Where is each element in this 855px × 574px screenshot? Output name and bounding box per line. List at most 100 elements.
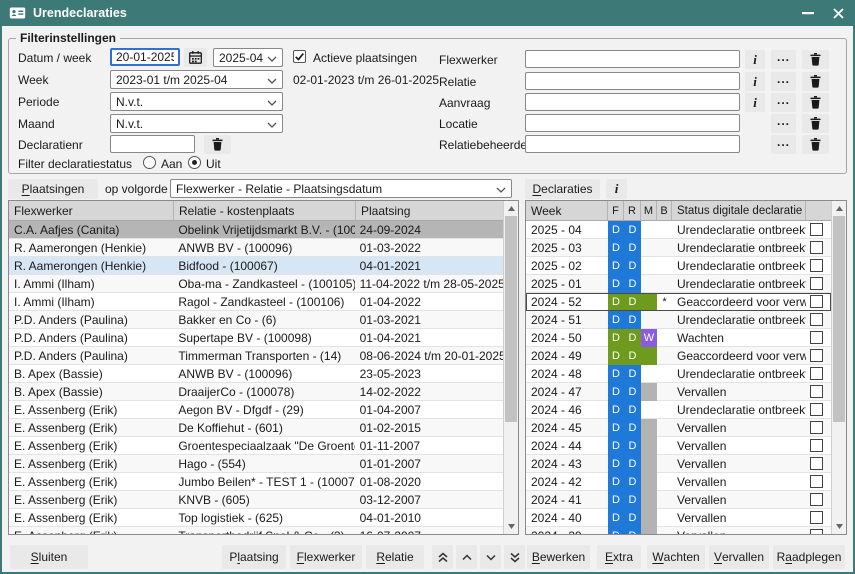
plaatsing-row[interactable]: R. Aamerongen (Henkie) Bidfood - (100067… — [9, 257, 503, 275]
close-button[interactable] — [831, 6, 845, 20]
declaratie-checkbox[interactable] — [810, 421, 823, 434]
declaratie-row[interactable]: 2024 - 51 D D Urendeclaratie ontbreekt — [526, 311, 831, 329]
bewerken-button[interactable]: Bewerken — [527, 545, 590, 569]
declaratie-checkbox[interactable] — [810, 313, 823, 326]
scroll-up-icon[interactable] — [832, 201, 846, 216]
column-header-r[interactable]: R — [624, 201, 641, 221]
declaratie-checkbox[interactable] — [810, 385, 823, 398]
declaratie-row[interactable]: 2025 - 02 D D Urendeclaratie ontbreekt — [526, 257, 831, 275]
radio-aan[interactable] — [143, 156, 156, 169]
declaratie-row[interactable]: 2024 - 48 D D Urendeclaratie ontbreekt — [526, 365, 831, 383]
declaratie-checkbox[interactable] — [810, 511, 823, 524]
declaratie-row[interactable]: 2024 - 39 D D Vervallen — [526, 527, 831, 534]
declaratie-row[interactable]: 2024 - 45 D D Vervallen — [526, 419, 831, 437]
scroll-up-icon[interactable] — [504, 201, 518, 216]
declaratie-checkbox[interactable] — [810, 475, 823, 488]
declaraties-scrollbar[interactable] — [831, 201, 846, 534]
declaratie-checkbox[interactable] — [810, 367, 823, 380]
declaratie-checkbox[interactable] — [810, 223, 823, 236]
clear-button[interactable] — [802, 72, 829, 91]
scroll-down-icon[interactable] — [504, 519, 518, 534]
plaatsing-row[interactable]: C.A. Aafjes (Canita) Obelink Vrijetijdsm… — [9, 221, 503, 239]
column-header-plaatsing[interactable]: Plaatsing — [356, 201, 505, 221]
plaatsing-row[interactable]: E. Assenberg (Erik) De Koffiehut - (601)… — [9, 419, 503, 437]
plaatsing-row[interactable]: E. Assenberg (Erik) Transportbedrijf Sne… — [9, 527, 503, 534]
plaatsingen-scrollbar[interactable] — [503, 201, 518, 534]
minimize-button[interactable] — [801, 6, 815, 20]
column-header-relatie[interactable]: Relatie - kostenplaats — [174, 201, 356, 221]
declaratie-checkbox[interactable] — [810, 331, 823, 344]
declaratie-row[interactable]: 2024 - 50 D D W Wachten — [526, 329, 831, 347]
declaratie-checkbox[interactable] — [810, 403, 823, 416]
raadplegen-button[interactable]: Raadplegen — [773, 545, 845, 569]
declaratie-row[interactable]: 2025 - 04 D D Urendeclaratie ontbreekt — [526, 221, 831, 239]
declaraties-button[interactable]: Declaraties — [525, 179, 600, 199]
declaratie-checkbox[interactable] — [810, 457, 823, 470]
declaratie-row[interactable]: 2024 - 44 D D Vervallen — [526, 437, 831, 455]
declaratie-checkbox[interactable] — [810, 349, 823, 362]
lookup-button[interactable]: ... — [771, 114, 796, 133]
plaatsing-row[interactable]: E. Assenberg (Erik) Groentespeciaalzaak … — [9, 437, 503, 455]
declaratie-row[interactable]: 2024 - 49 D D Geaccordeerd voor verw... — [526, 347, 831, 365]
scrollbar-thumb[interactable] — [505, 216, 517, 422]
column-header-f[interactable]: F — [608, 201, 624, 221]
plaatsing-row[interactable]: R. Aamerongen (Henkie) ANWB BV - (100096… — [9, 239, 503, 257]
lookup-button[interactable]: ... — [771, 50, 796, 69]
declaratie-row[interactable]: 2024 - 47 D D Vervallen — [526, 383, 831, 401]
first-button[interactable] — [432, 545, 453, 569]
vervallen-button[interactable]: Vervallen — [709, 545, 769, 569]
plaatsing-row[interactable]: I. Ammi (Ilham) Ragol - Zandkasteel - (1… — [9, 293, 503, 311]
declaratie-checkbox[interactable] — [810, 439, 823, 452]
declaratie-row[interactable]: 2024 - 52 D D * Geaccordeerd voor verw..… — [526, 293, 831, 311]
order-select[interactable]: Flexwerker - Relatie - Plaatsingsdatum — [170, 179, 512, 198]
column-header-flexwerker[interactable]: Flexwerker — [9, 201, 174, 221]
declaratie-row[interactable]: 2024 - 46 D D Urendeclaratie ontbreekt — [526, 401, 831, 419]
declaratie-checkbox[interactable] — [810, 493, 823, 506]
plaatsingen-button[interactable]: Plaatsingen — [8, 179, 98, 199]
extra-button[interactable]: Extra — [597, 545, 641, 569]
wachten-button[interactable]: Wachten — [647, 545, 705, 569]
clear-button[interactable] — [802, 114, 829, 133]
column-header-b[interactable]: B — [657, 201, 672, 221]
clear-button[interactable] — [802, 93, 829, 112]
plaatsing-row[interactable]: B. Apex (Bassie) ANWB BV - (100096) 23-0… — [9, 365, 503, 383]
prev-button[interactable] — [456, 545, 477, 569]
info-button[interactable]: i — [745, 93, 765, 112]
last-button[interactable] — [504, 545, 525, 569]
declaratie-checkbox[interactable] — [810, 295, 823, 308]
declaratie-row[interactable]: 2024 - 41 D D Vervallen — [526, 491, 831, 509]
declaratie-checkbox[interactable] — [810, 529, 823, 534]
declaratie-row[interactable]: 2024 - 40 D D Vervallen — [526, 509, 831, 527]
relatie-button[interactable]: Relatie — [366, 545, 424, 569]
plaatsing-row[interactable]: P.D. Anders (Paulina) Supertape BV - (10… — [9, 329, 503, 347]
declaratie-row[interactable]: 2024 - 42 D D Vervallen — [526, 473, 831, 491]
sluiten-button[interactable]: Sluiten — [10, 545, 88, 569]
plaatsing-row[interactable]: E. Assenberg (Erik) Aegon BV - Dfgdf - (… — [9, 401, 503, 419]
plaatsing-row[interactable]: E. Assenberg (Erik) Jumbo Beilen* - TEST… — [9, 473, 503, 491]
lookup-button[interactable]: ... — [771, 72, 796, 91]
column-header-week[interactable]: Week — [526, 201, 608, 221]
plaatsing-row[interactable]: E. Assenberg (Erik) KNVB - (605) 03-12-2… — [9, 491, 503, 509]
clear-button[interactable] — [802, 50, 829, 69]
plaatsing-row[interactable]: B. Apex (Bassie) DraaijerCo - (100078) 1… — [9, 383, 503, 401]
lookup-button[interactable]: ... — [771, 93, 796, 112]
column-header-checkbox[interactable] — [806, 201, 831, 221]
declaratie-row[interactable]: 2024 - 43 D D Vervallen — [526, 455, 831, 473]
column-header-m[interactable]: M — [641, 201, 657, 221]
lookup-button[interactable]: ... — [771, 135, 796, 154]
filter-input[interactable] — [525, 72, 740, 90]
filter-input[interactable] — [525, 114, 740, 132]
declaratie-checkbox[interactable] — [810, 241, 823, 254]
declaratie-row[interactable]: 2025 - 03 D D Urendeclaratie ontbreekt — [526, 239, 831, 257]
filter-input[interactable] — [525, 93, 740, 111]
next-button[interactable] — [480, 545, 501, 569]
flexwerker-button[interactable]: Flexwerker — [290, 545, 362, 569]
plaatsing-row[interactable]: P.D. Anders (Paulina) Timmerman Transpor… — [9, 347, 503, 365]
declaraties-info-button[interactable]: i — [606, 179, 627, 199]
scroll-down-icon[interactable] — [832, 519, 846, 534]
plaatsing-row[interactable]: E. Assenberg (Erik) Top logistiek - (625… — [9, 509, 503, 527]
scrollbar-thumb[interactable] — [833, 216, 845, 422]
info-button[interactable]: i — [745, 50, 765, 69]
plaatsing-row[interactable]: E. Assenberg (Erik) Hago - (554) 01-01-2… — [9, 455, 503, 473]
declaratie-checkbox[interactable] — [810, 259, 823, 272]
